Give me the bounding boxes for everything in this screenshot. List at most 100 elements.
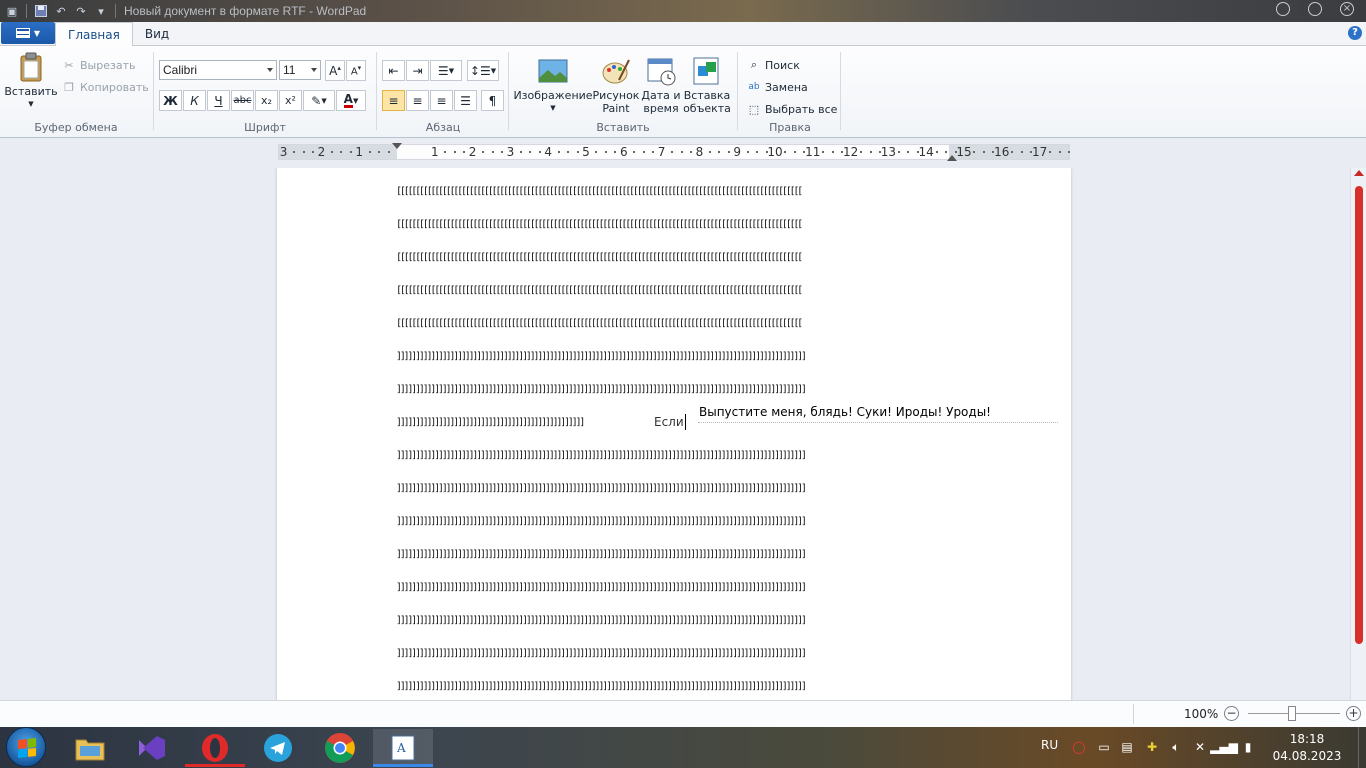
scroll-up-icon[interactable] — [1354, 170, 1364, 176]
shrink-font-button[interactable]: A▾ — [346, 60, 366, 81]
clock[interactable]: 18:18 04.08.2023 — [1272, 731, 1342, 765]
network-device-icon[interactable]: ▭ — [1097, 740, 1111, 754]
subscript-button[interactable]: x₂ — [255, 90, 278, 111]
find-button[interactable]: ⌕ Поиск — [747, 58, 800, 72]
bullets-button[interactable]: ☰ ▼ — [430, 60, 462, 81]
ruler[interactable]: 3 2 1 1 2 3 4 5 6 7 8 9 10 11 12 13 14 15 16 17 — [278, 143, 1070, 161]
file-menu-button[interactable]: ▼ — [1, 22, 55, 44]
select-all-button[interactable]: ⬚ Выбрать все — [747, 102, 838, 116]
font-color-button[interactable]: A ▼ — [336, 90, 366, 111]
paste-button[interactable]: Вставить ▼ — [4, 52, 58, 111]
action-center-icon[interactable]: ▮ — [1241, 740, 1255, 754]
scroll-thumb[interactable] — [1355, 186, 1363, 644]
paint-drawing-button[interactable]: Рисунок Paint — [593, 56, 639, 115]
highlighter-icon: ✎ — [311, 93, 322, 108]
tab-view[interactable]: Вид — [133, 22, 181, 45]
taskbar-app-telegram[interactable] — [248, 729, 308, 767]
right-indent-marker[interactable] — [947, 155, 957, 161]
underline-label: Ч — [214, 93, 223, 108]
qat-separator — [115, 4, 116, 18]
opera-tray-icon[interactable]: ◯ — [1072, 740, 1086, 754]
wordpad-icon: A — [391, 735, 415, 761]
cut-label: Вырезать — [80, 58, 136, 72]
title-bar: ▣ ↶ ↷ ▾ Новый документ в формате RTF - W… — [0, 0, 1366, 22]
ruler-tick — [340, 151, 343, 153]
font-size-select[interactable]: 11 — [279, 60, 321, 80]
superscript-button[interactable]: x² — [279, 90, 302, 111]
italic-button[interactable]: К — [183, 90, 206, 111]
vertical-scrollbar[interactable] — [1350, 168, 1366, 700]
chevron-down-icon: ▼ — [28, 100, 34, 108]
ruler-tick — [860, 151, 863, 153]
align-right-button[interactable]: ≡ — [430, 90, 453, 111]
redo-icon[interactable]: ↷ — [73, 3, 89, 19]
customize-qat-icon[interactable]: ▾ — [93, 3, 109, 19]
taskbar-app-file-explorer[interactable] — [60, 729, 120, 767]
ruler-number: 13 — [880, 145, 897, 159]
maximize-button[interactable] — [1308, 2, 1322, 16]
highlight-button[interactable]: ✎ ▼ — [303, 90, 335, 111]
ruler-number: 11 — [805, 145, 821, 159]
chevron-down-icon: ▼ — [448, 66, 455, 75]
underline-button[interactable]: Ч — [207, 90, 230, 111]
increase-indent-button[interactable]: ⇥ — [406, 60, 429, 81]
group-separator — [737, 52, 738, 130]
ruler-tick — [718, 151, 721, 153]
show-desktop-button[interactable] — [1358, 727, 1366, 768]
network-disabled-icon[interactable]: ✕ — [1193, 740, 1207, 754]
ruler-tick — [784, 151, 787, 153]
language-indicator[interactable]: RU — [1041, 738, 1058, 752]
justify-button[interactable]: ☰ — [454, 90, 477, 111]
ruler-tick — [935, 151, 938, 153]
ruler-tick — [1049, 151, 1052, 153]
ime-suggestion[interactable]: Выпустите меня, блядь! Суки! Ироды! Урод… — [698, 401, 1058, 423]
paragraph-settings-button[interactable]: ¶ — [481, 90, 504, 111]
bold-button[interactable]: Ж — [159, 90, 182, 111]
chevron-down-icon — [267, 68, 273, 72]
strikethrough-button[interactable]: abc — [231, 90, 254, 111]
undo-icon[interactable]: ↶ — [53, 3, 69, 19]
cut-button[interactable]: ✂ Вырезать — [62, 58, 135, 72]
volume-icon[interactable]: 🔈︎ — [1169, 740, 1183, 754]
ruler-tick — [529, 151, 532, 153]
decrease-indent-button[interactable]: ⇤ — [382, 60, 405, 81]
copy-button[interactable]: ❐ Копировать — [62, 80, 149, 94]
tab-home[interactable]: Главная — [55, 22, 133, 46]
ruler-tick — [831, 151, 834, 153]
taskbar-app-opera[interactable] — [185, 729, 245, 767]
help-icon[interactable]: ? — [1348, 26, 1362, 40]
zoom-slider-thumb[interactable] — [1288, 706, 1296, 721]
editing-group-label: Правка — [769, 121, 811, 134]
minimize-button[interactable] — [1276, 2, 1290, 16]
document-line: [[[[[[[[[[[[[[[[[[[[[[[[[[[[[[[[[[[[[[[[… — [396, 219, 803, 230]
zoom-out-button[interactable]: − — [1224, 706, 1239, 721]
zoom-in-button[interactable]: + — [1346, 706, 1361, 721]
taskbar-app-wordpad[interactable]: A — [373, 729, 433, 767]
save-icon[interactable] — [33, 3, 49, 19]
insert-object-button[interactable]: Вставка объекта — [683, 56, 731, 115]
line-spacing-button[interactable]: ↕☰ ▼ — [467, 60, 499, 81]
document-line: [[[[[[[[[[[[[[[[[[[[[[[[[[[[[[[[[[[[[[[[… — [396, 285, 803, 296]
close-button[interactable]: × — [1340, 2, 1354, 16]
document-area[interactable]: ]]]]]]]]]]]]]]]]]]]]]]]]]]]]]]]]]]]]]]]]… — [0, 168, 1350, 700]
document-line: [[[[[[[[[[[[[[[[[[[[[[[[[[[[[[[[[[[[[[[[… — [396, 318, 803, 329]
line-spacing-icon: ↕☰ — [469, 63, 491, 78]
replace-button[interactable]: ab Замена — [747, 80, 807, 94]
signal-strength-icon[interactable]: ▂▄▆ — [1210, 740, 1238, 754]
date-time-button[interactable]: Дата и время — [640, 56, 682, 115]
insert-group: Изображение ▼ Рисунок Paint Дата и время — [510, 50, 736, 136]
taskbar-app-chrome[interactable] — [310, 729, 370, 767]
align-center-button[interactable]: ≡ — [406, 90, 429, 111]
font-family-select[interactable]: Calibri — [159, 60, 277, 80]
app-menu-icon[interactable]: ▣ — [4, 3, 20, 19]
update-tray-icon[interactable]: ✚ — [1145, 740, 1159, 754]
taskbar-app-visual-studio[interactable] — [122, 729, 182, 767]
align-left-button[interactable]: ≡ — [382, 90, 405, 111]
qat-separator — [26, 4, 27, 18]
start-button[interactable] — [6, 727, 46, 767]
document-page[interactable]: ]]]]]]]]]]]]]]]]]]]]]]]]]]]]]]]]]]]]]]]]… — [277, 168, 1071, 700]
grow-font-button[interactable]: A▴ — [325, 60, 345, 81]
clipboard-tray-icon[interactable]: ▤ — [1120, 740, 1134, 754]
first-line-indent-marker[interactable] — [392, 143, 402, 149]
insert-image-button[interactable]: Изображение ▼ — [513, 56, 593, 115]
